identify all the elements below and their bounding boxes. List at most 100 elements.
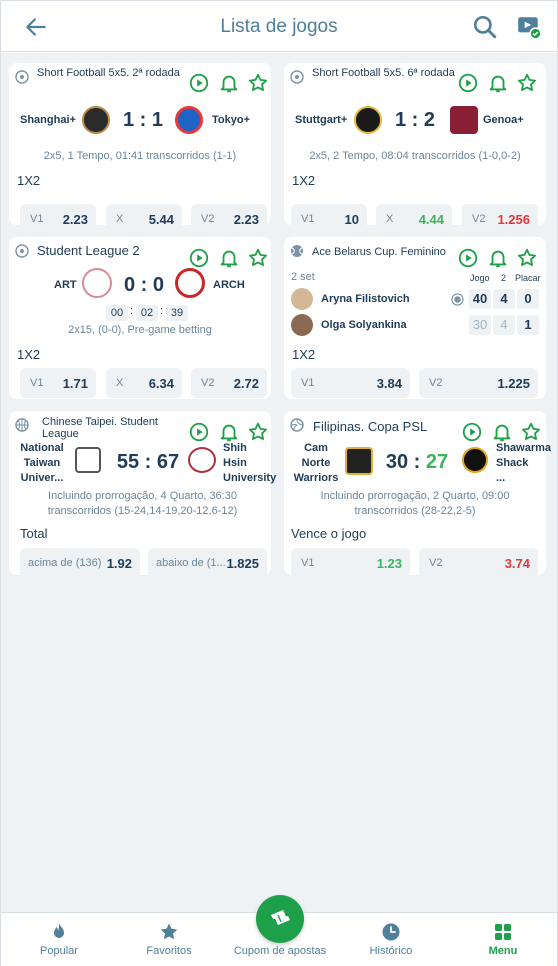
odd-button[interactable]: V1 10 (291, 204, 367, 234)
col-score: Placar (515, 273, 541, 283)
nav-label: Cupom de apostas (233, 945, 327, 957)
score: 0 : 0 (123, 274, 165, 296)
bet-slip-button[interactable] (256, 895, 304, 943)
odd-button[interactable]: V1 3.84 (291, 368, 410, 398)
match-info: 2x5, 2 Tempo, 08:04 transcorridos (1-0,0… (309, 150, 521, 162)
nav-history[interactable]: Histórico (343, 913, 439, 966)
bell-icon[interactable] (218, 247, 240, 269)
team1-name: National Taiwan Univer... (20, 442, 64, 484)
live-video-icon[interactable] (516, 14, 542, 40)
odd-value: 1.225 (497, 376, 530, 391)
timer-separator: : (160, 305, 164, 317)
star-icon[interactable] (247, 247, 269, 269)
p2-game-score: 30 (469, 315, 491, 335)
team2-logo (175, 106, 203, 134)
score: 55 : 67 (113, 451, 183, 474)
nav-favorites[interactable]: Favoritos (121, 913, 217, 966)
league-name: Short Football 5x5. 6ª rodada (312, 67, 455, 79)
odd-button[interactable]: X 4.44 (376, 204, 452, 234)
timer-minutes: 02 (136, 305, 158, 321)
odd-value: 1.71 (62, 376, 88, 391)
ticket-icon (271, 910, 290, 925)
team2-name: Shih Hsin University (223, 442, 277, 484)
bell-icon[interactable] (218, 421, 240, 443)
league-name: Short Football 5x5. 2ª rodada (37, 67, 180, 79)
odd-button[interactable]: V1 2.23 (20, 204, 96, 234)
player1-name: Aryna Filistovich (321, 293, 410, 305)
game-card[interactable]: Short Football 5x5. 2ª rodada Shanghai+ … (9, 63, 271, 234)
p1-total-score: 0 (517, 289, 539, 309)
search-icon[interactable] (472, 14, 498, 40)
match-info: 2x5, 1 Tempo, 01:41 transcorridos (1-1) (43, 150, 237, 162)
odd-button[interactable]: V2 2.72 (191, 368, 267, 398)
odd-value: 4.44 (418, 212, 444, 227)
bell-icon[interactable] (491, 421, 513, 443)
match-info: 2x15, (0-0), Pre-game betting (68, 324, 212, 336)
league-name: Student League 2 (37, 243, 140, 258)
star-icon (160, 923, 178, 940)
play-video-icon[interactable] (457, 247, 479, 269)
odd-value: 2.23 (62, 212, 88, 227)
serve-indicator-icon (451, 293, 464, 306)
football-icon (15, 244, 29, 258)
odd-button[interactable]: V2 2.23 (191, 204, 267, 234)
play-video-icon[interactable] (188, 421, 210, 443)
team2-name: Genoa+ (483, 114, 524, 126)
star-icon[interactable] (516, 247, 538, 269)
bell-icon[interactable] (487, 72, 509, 94)
odd-value: 5.44 (148, 212, 174, 227)
tennis-icon (291, 245, 303, 257)
bell-icon[interactable] (218, 72, 240, 94)
nav-label: Favoritos (146, 945, 192, 957)
game-card[interactable]: Ace Belarus Cup. Feminino 2 set Jogo 2 P… (284, 237, 546, 399)
odd-label: abaixo de (1... (156, 557, 226, 569)
odd-button[interactable]: X 6.34 (106, 368, 182, 398)
nav-menu[interactable]: Menu (455, 913, 551, 966)
play-video-icon[interactable] (457, 72, 479, 94)
nav-popular[interactable]: Popular (11, 913, 107, 966)
odd-button[interactable]: V1 1.23 (291, 548, 410, 578)
odd-button[interactable]: V1 1.71 (20, 368, 96, 398)
volleyball-icon (290, 418, 304, 432)
star-icon[interactable] (247, 72, 269, 94)
score: 30 : 27 (382, 451, 452, 474)
score: 1 : 1 (122, 109, 164, 131)
odd-button[interactable]: X 5.44 (106, 204, 182, 234)
game-card[interactable]: Filipinas. Copa PSL Cam Norte Warriors 3… (284, 411, 551, 578)
play-video-icon[interactable] (461, 421, 483, 443)
odd-label: V1 (301, 377, 315, 389)
game-card[interactable]: Short Football 5x5. 6ª rodada Stuttgart+… (284, 63, 546, 234)
star-icon[interactable] (520, 421, 542, 443)
nav-bet-slip[interactable]: Cupom de apostas (221, 895, 339, 966)
odd-button[interactable]: abaixo de (1... 1.825 (148, 548, 267, 578)
games-list: Short Football 5x5. 2ª rodada Shanghai+ … (1, 53, 557, 912)
odd-button[interactable]: V2 1.225 (419, 368, 538, 398)
set-label: 2 set (291, 271, 315, 283)
bell-icon[interactable] (487, 247, 509, 269)
play-video-icon[interactable] (188, 247, 210, 269)
odd-button[interactable]: V2 3.74 (419, 548, 538, 578)
odd-button[interactable]: V2 1.256 (462, 204, 538, 234)
odd-button[interactable]: acima de (136) 1.92 (20, 548, 140, 578)
team1-logo (82, 106, 110, 134)
nav-label: Menu (488, 945, 518, 957)
odd-label: V1 (301, 557, 315, 569)
play-video-icon[interactable] (188, 72, 210, 94)
odd-value: 2.72 (233, 376, 259, 391)
star-icon[interactable] (247, 421, 269, 443)
team2-name: ARCH (213, 279, 245, 291)
team1-logo (354, 106, 382, 134)
star-icon[interactable] (516, 72, 538, 94)
odd-value: 3.84 (376, 376, 402, 391)
game-card[interactable]: Student League 2 ART 0 : 0 ARCH 00 : 02 … (9, 237, 271, 399)
odd-label: V2 (472, 213, 486, 225)
odd-label: V1 (30, 377, 44, 389)
game-card[interactable]: Chinese Taipei. Student League National … (9, 411, 277, 578)
timer-minutes-hours: 00 (106, 305, 128, 321)
league-name: Chinese Taipei. Student League (42, 416, 158, 440)
nav-label: Histórico (369, 945, 413, 957)
team1-name: Shanghai+ (20, 114, 76, 126)
odd-value: 2.23 (233, 212, 259, 227)
team1-logo (75, 447, 101, 473)
team2-logo (462, 447, 488, 473)
